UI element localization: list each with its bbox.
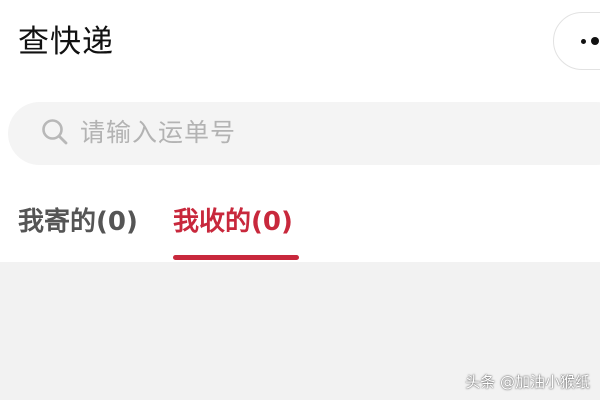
tab-received[interactable]: 我收的(0): [173, 204, 293, 240]
header-bar: 查快递: [0, 0, 600, 90]
more-dots-icon: [581, 39, 586, 44]
page-title: 查快递: [18, 24, 114, 60]
active-tab-indicator: [173, 255, 299, 260]
search-placeholder: 请输入运单号: [80, 118, 237, 147]
tab-bar: 我寄的(0) 我收的(0): [0, 190, 600, 262]
express-query-page: 查快递 请输入运单号 我寄的(0) 我收的(0) 头条 @加油小猴纸: [0, 0, 600, 400]
mini-program-menu-button[interactable]: [553, 12, 600, 70]
watermark: 头条 @加油小猴纸: [465, 373, 590, 391]
more-dots-icon-dot: [591, 37, 599, 45]
empty-content-area: 头条 @加油小猴纸: [0, 262, 600, 400]
tab-sent[interactable]: 我寄的(0): [18, 204, 138, 240]
search-icon: [42, 119, 68, 145]
